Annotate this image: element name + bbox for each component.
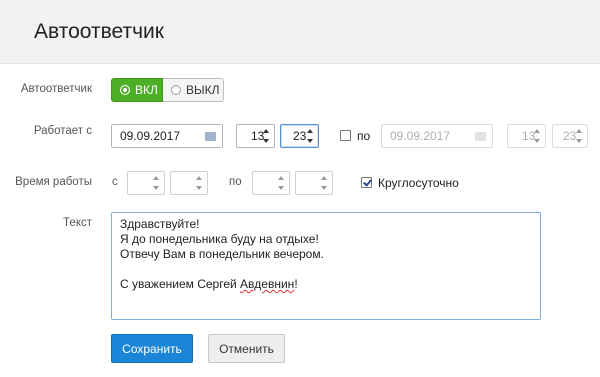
- end-hour-stepper[interactable]: 13: [507, 124, 546, 148]
- work-time-from-label: с: [112, 176, 118, 188]
- end-minute-value: 23: [563, 129, 577, 143]
- message-line: С уважением Сергей Авдевнин!: [120, 277, 532, 292]
- message-signature-prefix: С уважением Сергей: [120, 277, 241, 291]
- work-from-minute-stepper[interactable]: [170, 171, 208, 195]
- stepper-arrows-icon: [576, 129, 583, 143]
- stepper-arrows-icon[interactable]: [278, 176, 285, 190]
- work-time-label: Время работы: [15, 176, 92, 188]
- start-hour-stepper[interactable]: 13: [236, 124, 275, 148]
- end-date-value: 09.09.2017: [390, 129, 451, 143]
- message-line: [120, 262, 532, 277]
- allday-label: Круглосуточно: [378, 176, 459, 190]
- message-line: Здравствуйте!: [120, 217, 200, 231]
- work-to-hour-stepper[interactable]: [252, 171, 290, 195]
- text-label: Текст: [63, 217, 92, 229]
- toggle-off-button[interactable]: ВЫКЛ: [163, 78, 224, 102]
- message-signature-suffix: !: [294, 277, 298, 291]
- stepper-arrows-icon[interactable]: [196, 176, 203, 190]
- page-header: Автоответчик: [0, 0, 600, 64]
- start-minute-stepper[interactable]: 23: [280, 124, 319, 148]
- end-date-input[interactable]: 09.09.2017: [381, 124, 493, 148]
- stepper-arrows-icon[interactable]: [263, 129, 270, 143]
- works-from-label: Работает с: [33, 125, 92, 137]
- allday-checkbox[interactable]: [361, 177, 372, 188]
- toggle-off-label: ВЫКЛ: [186, 83, 220, 97]
- radio-unselected-icon: [171, 85, 181, 95]
- start-date-input[interactable]: 09.09.2017: [111, 124, 223, 148]
- toggle-on-label: ВКЛ: [135, 83, 158, 97]
- start-minute-value: 23: [293, 129, 307, 143]
- toggle-on-button[interactable]: ВКЛ: [111, 78, 163, 102]
- start-date-value: 09.09.2017: [120, 129, 181, 143]
- stepper-arrows-icon[interactable]: [153, 176, 160, 190]
- autoreply-label: Автоответчик: [20, 83, 92, 95]
- radio-selected-icon: [120, 85, 130, 95]
- autoreply-toggle: ВКЛ ВЫКЛ: [111, 78, 224, 102]
- save-button[interactable]: Сохранить: [111, 334, 193, 363]
- until-label: по: [357, 129, 371, 143]
- calendar-icon[interactable]: [205, 132, 216, 141]
- message-line: Отвечу Вам в понедельник вечером.: [120, 247, 324, 261]
- message-line: Я до понедельника буду на отдыхе!: [120, 232, 319, 246]
- message-textarea[interactable]: Здравствуйте! Я до понедельника буду на …: [111, 212, 541, 320]
- calendar-icon: [475, 132, 486, 141]
- stepper-arrows-icon[interactable]: [321, 176, 328, 190]
- cancel-button[interactable]: Отменить: [208, 334, 285, 363]
- page-title: Автоответчик: [34, 20, 164, 43]
- stepper-arrows-icon[interactable]: [307, 129, 314, 143]
- work-to-minute-stepper[interactable]: [295, 171, 333, 195]
- until-checkbox[interactable]: [340, 130, 351, 141]
- work-time-to-label: по: [229, 176, 242, 188]
- spellcheck-word: Авдевнин: [240, 277, 295, 291]
- stepper-arrows-icon: [534, 129, 541, 143]
- end-minute-stepper[interactable]: 23: [552, 124, 588, 148]
- work-from-hour-stepper[interactable]: [127, 171, 165, 195]
